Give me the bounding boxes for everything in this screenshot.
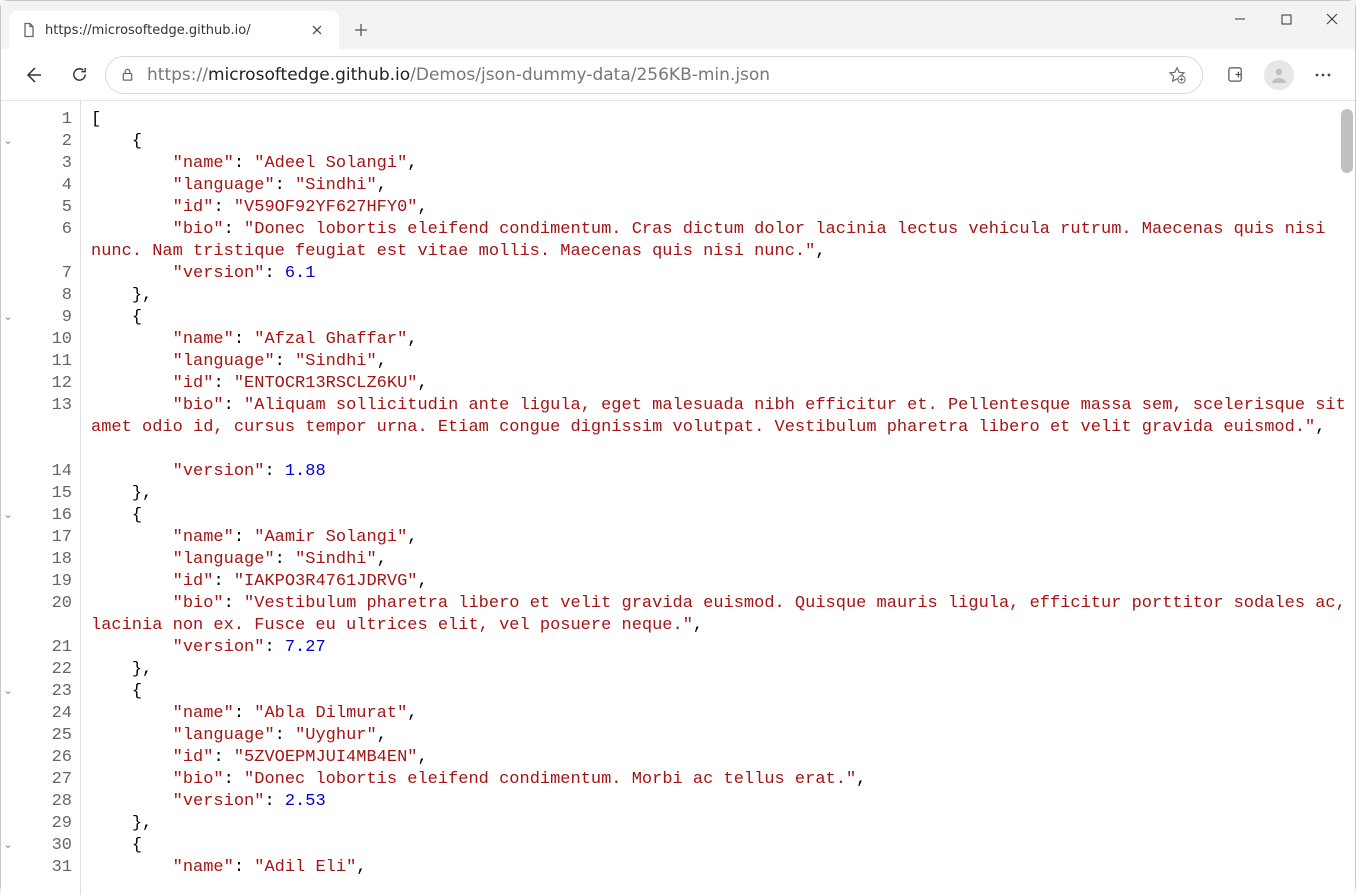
line-number: 21 <box>15 637 72 659</box>
fold-toggle[interactable]: ⌄ <box>1 681 15 703</box>
line-number: 27 <box>15 769 72 791</box>
code-line: { <box>91 307 1355 329</box>
line-number: 28 <box>15 791 72 813</box>
browser-tab[interactable]: https://microsoftedge.github.io/ <box>9 11 339 49</box>
line-number: 6 <box>15 219 72 241</box>
line-number: 19 <box>15 571 72 593</box>
minimize-button[interactable] <box>1217 1 1263 37</box>
address-bar[interactable]: https://microsoftedge.github.io/Demos/js… <box>105 56 1203 94</box>
line-number: 30 <box>15 835 72 857</box>
close-window-button[interactable] <box>1309 1 1355 37</box>
new-tab-button[interactable] <box>345 14 377 46</box>
line-number: 18 <box>15 549 72 571</box>
fold-toggle[interactable]: ⌄ <box>1 307 15 329</box>
line-number: 25 <box>15 725 72 747</box>
code-line: "id": "5ZVOEPMJUI4MB4EN", <box>91 747 1355 769</box>
fold-toggle[interactable]: ⌄ <box>1 835 15 857</box>
code-line: "version": 7.27 <box>91 637 1355 659</box>
code-line: "name": "Abla Dilmurat", <box>91 703 1355 725</box>
code-line: { <box>91 835 1355 857</box>
json-viewer: ⌄⌄⌄⌄⌄ 123456 78910111213 14151617181920 … <box>1 101 1355 895</box>
fold-toggle[interactable]: ⌄ <box>1 131 15 153</box>
line-number: 9 <box>15 307 72 329</box>
code-line: "bio": "Donec lobortis eleifend condimen… <box>91 219 1355 263</box>
profile-button[interactable] <box>1259 55 1299 95</box>
code-area[interactable]: [ { "name": "Adeel Solangi", "language":… <box>81 101 1355 895</box>
refresh-button[interactable] <box>59 55 99 95</box>
code-line: "language": "Uyghur", <box>91 725 1355 747</box>
code-line: }, <box>91 813 1355 835</box>
code-line: }, <box>91 483 1355 505</box>
url-scheme: https:// <box>147 65 208 85</box>
back-button[interactable] <box>13 55 53 95</box>
code-line: "id": "IAKPO3R4761JDRVG", <box>91 571 1355 593</box>
code-line: "bio": "Vestibulum pharetra libero et ve… <box>91 593 1355 637</box>
toolbar: https://microsoftedge.github.io/Demos/js… <box>1 49 1355 101</box>
line-number: 8 <box>15 285 72 307</box>
line-number: 3 <box>15 153 72 175</box>
code-line: "version": 1.88 <box>91 461 1355 483</box>
titlebar: https://microsoftedge.github.io/ <box>1 1 1355 49</box>
line-number: 13 <box>15 395 72 417</box>
line-number: 10 <box>15 329 72 351</box>
code-line: }, <box>91 285 1355 307</box>
line-number: 5 <box>15 197 72 219</box>
code-line: }, <box>91 659 1355 681</box>
code-line: "language": "Sindhi", <box>91 175 1355 197</box>
fold-column[interactable]: ⌄ ⌄ ⌄ ⌄ ⌄ <box>1 101 15 895</box>
scrollbar-thumb[interactable] <box>1341 109 1353 173</box>
code-line: "id": "V59OF92YF627HFY0", <box>91 197 1355 219</box>
url-text: https://microsoftedge.github.io/Demos/js… <box>147 65 1150 85</box>
code-line: "id": "ENTOCR13RSCLZ6KU", <box>91 373 1355 395</box>
code-line: "bio": "Aliquam sollicitudin ante ligula… <box>91 395 1355 461</box>
code-line: { <box>91 505 1355 527</box>
favorite-button[interactable] <box>1162 60 1192 90</box>
line-number: 1 <box>15 109 72 131</box>
code-line: "bio": "Donec lobortis eleifend condimen… <box>91 769 1355 791</box>
lock-icon <box>120 67 135 82</box>
window-controls <box>1217 1 1355 41</box>
fold-toggle[interactable]: ⌄ <box>1 505 15 527</box>
line-number: 17 <box>15 527 72 549</box>
page-icon <box>21 22 37 38</box>
line-number: 11 <box>15 351 72 373</box>
code-line: [ <box>91 109 1355 131</box>
menu-button[interactable] <box>1303 55 1343 95</box>
code-line: "name": "Adeel Solangi", <box>91 153 1355 175</box>
avatar-icon <box>1264 60 1294 90</box>
code-line: { <box>91 681 1355 703</box>
code-line: { <box>91 131 1355 153</box>
maximize-button[interactable] <box>1263 1 1309 37</box>
line-number: 4 <box>15 175 72 197</box>
tab-title: https://microsoftedge.github.io/ <box>45 23 297 38</box>
close-tab-button[interactable] <box>305 18 329 42</box>
code-line: "version": 2.53 <box>91 791 1355 813</box>
line-number: 20 <box>15 593 72 615</box>
line-number: 12 <box>15 373 72 395</box>
line-number: 14 <box>15 461 72 483</box>
line-number: 22 <box>15 659 72 681</box>
line-number: 23 <box>15 681 72 703</box>
line-number: 24 <box>15 703 72 725</box>
collections-button[interactable] <box>1215 55 1255 95</box>
line-number: 15 <box>15 483 72 505</box>
line-number: 2 <box>15 131 72 153</box>
line-number: 31 <box>15 857 72 879</box>
code-line: "version": 6.1 <box>91 263 1355 285</box>
line-gutter: 123456 78910111213 14151617181920 212223… <box>15 101 81 895</box>
line-number: 16 <box>15 505 72 527</box>
line-number: 7 <box>15 263 72 285</box>
url-path: /Demos/json-dummy-data/256KB-min.json <box>410 65 770 85</box>
url-host: microsoftedge.github.io <box>208 65 410 85</box>
code-line: "name": "Adil Eli", <box>91 857 1355 879</box>
line-number: 29 <box>15 813 72 835</box>
line-number: 26 <box>15 747 72 769</box>
code-line: "name": "Afzal Ghaffar", <box>91 329 1355 351</box>
code-line: "name": "Aamir Solangi", <box>91 527 1355 549</box>
code-line: "language": "Sindhi", <box>91 549 1355 571</box>
code-line: "language": "Sindhi", <box>91 351 1355 373</box>
